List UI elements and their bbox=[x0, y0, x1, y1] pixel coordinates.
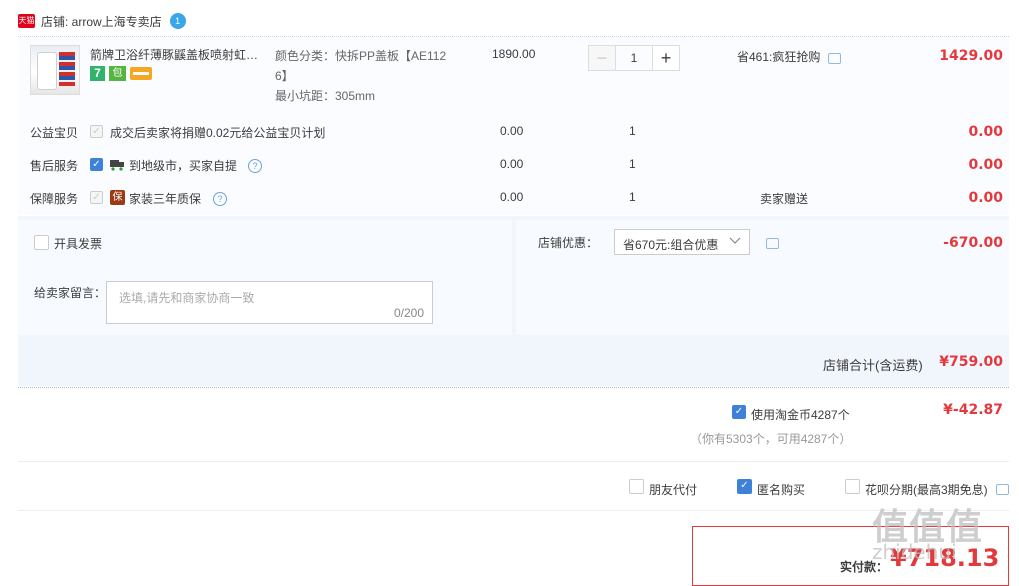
comment-icon[interactable] bbox=[828, 53, 841, 64]
subtotal-value: ¥759.00 bbox=[939, 354, 1003, 370]
coins-label: 使用淘金币4287个 bbox=[751, 408, 850, 422]
warranty-text: 家装三年质保 bbox=[129, 192, 202, 206]
comment-icon[interactable] bbox=[766, 238, 779, 249]
seller-gift-label: 卖家赠送 bbox=[760, 192, 809, 206]
service-price: 0.00 bbox=[500, 124, 524, 138]
remark-counter: 0/200 bbox=[393, 306, 424, 320]
tmall-icon: 天猫 bbox=[18, 14, 35, 28]
product-title-link[interactable]: 箭牌卫浴纤薄豚鼷盖板喷射虹吸马桶 bbox=[90, 46, 270, 63]
anonymous-checkbox[interactable]: ✓ bbox=[737, 479, 752, 494]
site-watermark-text: zhidehui bbox=[872, 540, 957, 564]
friend-pay-label: 朋友代付 bbox=[649, 483, 698, 497]
credit-card-icon bbox=[130, 67, 152, 80]
quantity-stepper: − 1 + bbox=[588, 45, 680, 71]
service-amount: 0.00 bbox=[968, 124, 1003, 140]
invoice-label: 开具发票 bbox=[54, 237, 103, 251]
coins-sub: （你有5303个，可用4287个） bbox=[690, 432, 852, 446]
charity-text: 成交后卖家将捐赠0.02元给公益宝贝计划 bbox=[110, 126, 326, 140]
aftersale-checkbox[interactable]: ✓ bbox=[90, 158, 103, 171]
sku-info: 颜色分类：快拆PP盖板【AE112 6】 最小坑距：305mm bbox=[275, 46, 455, 106]
remark-label: 给卖家留言： bbox=[34, 286, 107, 300]
guarantee-icon: 包 bbox=[109, 66, 126, 81]
increase-button[interactable]: + bbox=[652, 45, 680, 71]
aftersale-text: 到地级市，买家自提 bbox=[129, 159, 238, 173]
comment-icon[interactable] bbox=[996, 484, 1009, 495]
quantity-input[interactable]: 1 bbox=[616, 45, 652, 71]
sku-pit-distance: 最小坑距：305mm bbox=[275, 89, 376, 103]
toilet-image bbox=[37, 52, 57, 90]
friend-pay-checkbox[interactable] bbox=[629, 479, 644, 494]
divider bbox=[18, 461, 1009, 462]
shop-header: 天猫 店铺: arrow上海专卖店 1 bbox=[18, 12, 186, 30]
divider bbox=[18, 510, 1009, 511]
installment-checkbox[interactable] bbox=[845, 479, 860, 494]
invoice-checkbox[interactable] bbox=[34, 235, 49, 250]
decrease-button[interactable]: − bbox=[588, 45, 616, 71]
coins-checkbox[interactable]: ✓ bbox=[732, 405, 746, 419]
item-amount: 1429.00 bbox=[939, 48, 1003, 64]
help-icon[interactable]: ? bbox=[248, 159, 262, 173]
shop-discount-select[interactable]: 省670元:组合优惠 bbox=[614, 229, 750, 255]
divider bbox=[18, 387, 1009, 388]
service-qty: 1 bbox=[629, 157, 636, 171]
sku-color-cont: 6】 bbox=[275, 69, 294, 83]
service-label-aftersale: 售后服务 bbox=[30, 159, 79, 173]
service-label-warranty: 保障服务 bbox=[30, 192, 79, 206]
service-qty: 1 bbox=[629, 190, 636, 204]
unit-price: 1890.00 bbox=[492, 47, 536, 61]
warranty-checkbox[interactable]: ✓ bbox=[90, 191, 103, 204]
service-price: 0.00 bbox=[500, 157, 524, 171]
promotion-text: 省461:疯狂抢购 bbox=[737, 50, 821, 64]
service-amount: 0.00 bbox=[968, 157, 1003, 173]
service-qty: 1 bbox=[629, 124, 636, 138]
chevron-down-icon bbox=[729, 234, 741, 246]
seven-day-return-icon: 7 bbox=[90, 66, 105, 81]
product-thumbnail[interactable] bbox=[30, 45, 80, 95]
color-bars-image bbox=[59, 52, 75, 86]
warranty-icon: 保 bbox=[110, 190, 125, 205]
help-icon[interactable]: ? bbox=[213, 192, 227, 206]
service-price: 0.00 bbox=[500, 190, 524, 204]
shop-name-link[interactable]: 店铺: arrow上海专卖店 bbox=[41, 13, 162, 30]
anonymous-label: 匿名购买 bbox=[757, 483, 806, 497]
shop-discount-amount: -670.00 bbox=[943, 235, 1003, 251]
truck-icon bbox=[110, 158, 126, 171]
shop-discount-label: 店铺优惠： bbox=[538, 236, 599, 250]
shop-discount-value: 省670元:组合优惠 bbox=[623, 238, 719, 252]
coins-amount: ¥-42.87 bbox=[943, 402, 1003, 418]
subtotal-label: 店铺合计(含运费) bbox=[823, 358, 923, 373]
remark-textarea[interactable]: 选填,请先和商家协商一致 0/200 bbox=[106, 281, 433, 324]
chat-icon[interactable]: 1 bbox=[169, 13, 186, 29]
remark-placeholder: 选填,请先和商家协商一致 bbox=[119, 291, 255, 305]
service-amount: 0.00 bbox=[968, 190, 1003, 206]
service-label-charity: 公益宝贝 bbox=[30, 126, 79, 140]
installment-label: 花呗分期(最高3期免息) bbox=[865, 483, 988, 497]
sku-color: 颜色分类：快拆PP盖板【AE112 bbox=[275, 49, 447, 63]
charity-checkbox[interactable]: ✓ bbox=[90, 125, 103, 138]
